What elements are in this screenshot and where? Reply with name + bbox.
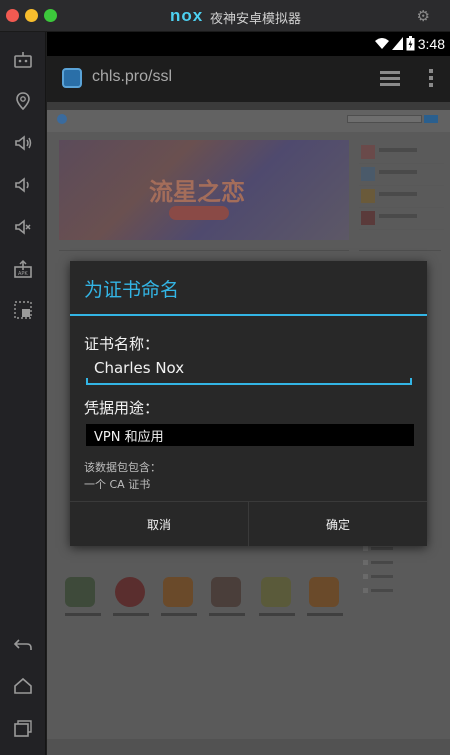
battery-icon [406, 36, 415, 51]
list-item [361, 570, 441, 584]
input-underline [86, 383, 412, 385]
url-text[interactable]: chls.pro/ssl [92, 68, 172, 86]
game-thumb [211, 577, 241, 607]
game-label [113, 613, 149, 616]
list-item [361, 556, 441, 570]
game-label [209, 613, 245, 616]
credential-usage-value: VPN 和应用 [94, 430, 164, 445]
wifi-icon [375, 38, 389, 49]
cancel-button[interactable]: 取消 [70, 502, 248, 547]
input-underline-tick [410, 378, 412, 384]
package-info-content: 一个 CA 证书 [84, 478, 151, 491]
game-thumb [261, 577, 291, 607]
recents-icon[interactable] [9, 714, 37, 742]
status-bar: 3:48 [47, 32, 450, 56]
apk-install-icon[interactable]: APK [9, 255, 37, 283]
overflow-menu-icon[interactable] [428, 68, 434, 88]
dialog-title-divider [70, 314, 427, 316]
side-list [361, 542, 441, 598]
certificate-name-label: 证书名称： [84, 335, 160, 353]
game-label [65, 613, 101, 616]
tabs-icon[interactable] [380, 70, 400, 88]
name-certificate-dialog: 为证书命名 证书名称： 凭据用途： VPN 和应用 该数据包包含： 一个 CA … [70, 261, 427, 547]
close-window-button[interactable] [6, 9, 19, 22]
web-topnav [47, 102, 450, 110]
web-logo-icon [57, 114, 67, 124]
certificate-name-input[interactable] [86, 354, 412, 382]
game-thumb [309, 577, 339, 607]
list-item [359, 164, 444, 186]
volume-up-icon[interactable] [9, 129, 37, 157]
list-item [359, 208, 444, 230]
banner-headline: 流星之恋 [149, 177, 245, 206]
web-search-box [347, 115, 422, 123]
robot-icon[interactable] [9, 46, 37, 74]
browser-actionbar: chls.pro/ssl [47, 56, 450, 102]
list-item [361, 584, 441, 598]
home-icon[interactable] [9, 672, 37, 700]
game-grid [65, 577, 355, 637]
web-search-button [424, 115, 438, 123]
window-titlebar: nox 夜神安卓模拟器 ⚙ [0, 0, 450, 32]
divider [359, 250, 441, 251]
location-icon[interactable] [9, 87, 37, 115]
settings-gear-icon[interactable]: ⚙ [417, 7, 430, 25]
mute-icon[interactable] [9, 213, 37, 241]
game-thumb [115, 577, 145, 607]
status-clock: 3:48 [417, 36, 445, 52]
game-thumb [163, 577, 193, 607]
ok-button[interactable]: 确定 [249, 502, 427, 547]
divider [59, 250, 349, 251]
dialog-button-bar: 取消 确定 [70, 501, 427, 547]
game-label [307, 613, 343, 616]
list-item [359, 142, 444, 164]
game-thumb [65, 577, 95, 607]
app-icon [62, 68, 82, 88]
volume-down-icon[interactable] [9, 171, 37, 199]
screenshot-icon[interactable] [9, 296, 37, 324]
hot-list [359, 142, 444, 230]
emulator-sidebar: APK [0, 32, 46, 755]
dialog-title: 为证书命名 [84, 279, 180, 301]
game-label [259, 613, 295, 616]
android-screen: 3:48 chls.pro/ssl 流星之恋 为证书命名 证书名称： Charl… [47, 32, 450, 755]
game-label [161, 613, 197, 616]
minimize-window-button[interactable] [25, 9, 38, 22]
package-info-heading: 该数据包包含： [84, 461, 161, 474]
credential-usage-select[interactable]: VPN 和应用 [86, 424, 414, 446]
web-footer [47, 739, 450, 755]
signal-icon [392, 37, 403, 50]
back-icon[interactable] [9, 630, 37, 658]
web-header [47, 110, 450, 132]
input-underline-tick [86, 378, 88, 384]
list-item [359, 186, 444, 208]
credential-usage-label: 凭据用途： [84, 399, 160, 417]
nox-logo: nox [170, 6, 204, 25]
maximize-window-button[interactable] [44, 9, 57, 22]
promo-banner: 流星之恋 [59, 140, 349, 240]
window-title: 夜神安卓模拟器 [210, 12, 302, 27]
svg-text:APK: APK [18, 271, 28, 277]
banner-download-button [169, 206, 229, 220]
